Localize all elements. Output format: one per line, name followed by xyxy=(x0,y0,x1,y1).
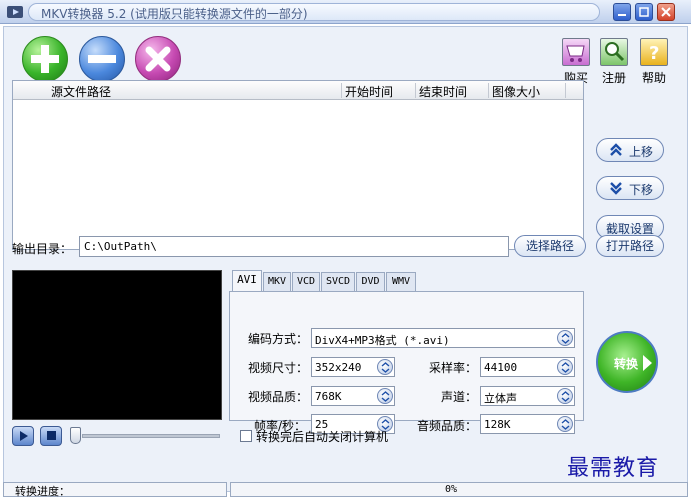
close-icon xyxy=(661,7,671,17)
seek-slider-track[interactable] xyxy=(82,434,220,438)
dropdown-icon[interactable] xyxy=(377,359,393,375)
dropdown-icon[interactable] xyxy=(557,416,573,432)
progress-percent: 0% xyxy=(445,484,458,495)
audio-quality-select[interactable]: 128K xyxy=(480,414,575,434)
minimize-button[interactable] xyxy=(613,3,631,21)
video-quality-value: 768K xyxy=(315,390,342,403)
tab-wmv[interactable]: WMV xyxy=(386,272,416,291)
stop-icon xyxy=(47,431,56,440)
status-progress-label-cell: 转换进度： xyxy=(3,482,227,497)
output-dir-field[interactable]: C:\OutPath\ xyxy=(79,236,509,257)
play-icon xyxy=(20,431,28,441)
output-dir-label: 输出目录： xyxy=(12,242,73,256)
file-list[interactable]: 源文件路径 开始时间 结束时间 图像大小 xyxy=(12,80,584,250)
help-button[interactable]: ? 帮助 xyxy=(634,38,674,86)
video-size-label: 视频尺寸： xyxy=(248,361,309,375)
tab-mkv[interactable]: MKV xyxy=(263,272,291,291)
column-divider[interactable] xyxy=(488,83,489,98)
help-question-icon: ? xyxy=(640,38,668,66)
window-title: MKV转换器 5.2 (试用版只能转换源文件的一部分) xyxy=(41,7,308,21)
move-up-label: 上移 xyxy=(629,145,654,159)
title-bar: MKV转换器 5.2 (试用版只能转换源文件的一部分) xyxy=(0,0,691,24)
progress-bar: 0% xyxy=(230,482,688,497)
col-start-time[interactable]: 开始时间 xyxy=(345,83,393,100)
help-label: 帮助 xyxy=(641,71,666,85)
col-end-time[interactable]: 结束时间 xyxy=(419,83,467,100)
tab-dvd[interactable]: DVD xyxy=(356,272,385,291)
encoding-label: 编码方式： xyxy=(248,332,309,346)
dropdown-icon[interactable] xyxy=(377,388,393,404)
choose-path-button[interactable]: 选择路径 xyxy=(514,235,586,257)
audio-quality-value: 128K xyxy=(484,418,511,431)
maximize-icon xyxy=(639,7,649,17)
minimize-icon xyxy=(618,14,626,16)
auto-shutdown-checkbox[interactable] xyxy=(240,430,252,442)
buy-button[interactable]: 购买 xyxy=(556,38,596,86)
register-button[interactable]: 注册 xyxy=(594,38,634,86)
move-down-button[interactable]: 下移 xyxy=(596,176,664,200)
convert-button[interactable]: 转换 xyxy=(596,331,658,393)
open-path-button[interactable]: 打开路径 xyxy=(596,235,664,257)
column-divider[interactable] xyxy=(415,83,416,98)
double-down-icon xyxy=(610,182,622,195)
tab-svcd[interactable]: SVCD xyxy=(321,272,355,291)
svg-text:?: ? xyxy=(649,43,659,64)
video-preview xyxy=(12,270,222,420)
register-label: 注册 xyxy=(601,71,626,85)
dropdown-icon[interactable] xyxy=(557,388,573,404)
tab-vcd[interactable]: VCD xyxy=(292,272,320,291)
channel-select[interactable]: 立体声 xyxy=(480,386,575,406)
sample-rate-value: 44100 xyxy=(484,361,518,374)
video-quality-label: 视频品质： xyxy=(248,390,309,404)
col-image-size[interactable]: 图像大小 xyxy=(492,83,540,100)
arrow-right-icon xyxy=(643,355,652,371)
move-up-button[interactable]: 上移 xyxy=(596,138,664,162)
progress-label: 转换进度： xyxy=(15,485,70,497)
watermark-text: 最需教育 xyxy=(567,456,660,481)
convert-label: 转换 xyxy=(614,357,639,371)
title-area: MKV转换器 5.2 (试用版只能转换源文件的一部分) xyxy=(28,3,600,21)
col-source-path[interactable]: 源文件路径 xyxy=(51,83,111,100)
move-down-label: 下移 xyxy=(629,183,654,197)
video-size-value: 352x240 xyxy=(315,361,362,374)
close-button[interactable] xyxy=(657,3,675,21)
column-divider[interactable] xyxy=(341,83,342,98)
seek-slider-thumb[interactable] xyxy=(70,427,81,444)
double-up-icon xyxy=(610,143,622,156)
auto-shutdown-label[interactable]: 转换完后自动关闭计算机 xyxy=(256,428,388,445)
register-magnifier-icon xyxy=(600,38,628,66)
column-divider[interactable] xyxy=(565,83,566,98)
clear-x-icon xyxy=(135,36,181,82)
audio-quality-label: 音频品质： xyxy=(417,419,478,433)
channel-value: 立体声 xyxy=(484,392,517,405)
video-quality-select[interactable]: 768K xyxy=(311,386,395,406)
cart-icon xyxy=(562,38,590,66)
dropdown-icon[interactable] xyxy=(557,330,573,346)
minus-icon xyxy=(79,36,125,82)
sample-rate-select[interactable]: 44100 xyxy=(480,357,575,377)
encoding-select[interactable]: DivX4+MP3格式 (*.avi) xyxy=(311,328,575,348)
encoding-value: DivX4+MP3格式 (*.avi) xyxy=(315,334,450,347)
add-icon xyxy=(22,36,68,82)
maximize-button[interactable] xyxy=(635,3,653,21)
video-size-select[interactable]: 352x240 xyxy=(311,357,395,377)
file-list-header: 源文件路径 开始时间 结束时间 图像大小 xyxy=(13,81,583,100)
app-icon[interactable] xyxy=(6,3,24,21)
dropdown-icon[interactable] xyxy=(557,359,573,375)
play-button[interactable] xyxy=(12,426,34,446)
channel-label: 声道： xyxy=(441,390,478,404)
tab-avi[interactable]: AVI xyxy=(232,270,262,292)
sample-rate-label: 采样率： xyxy=(429,361,478,375)
stop-button[interactable] xyxy=(40,426,62,446)
